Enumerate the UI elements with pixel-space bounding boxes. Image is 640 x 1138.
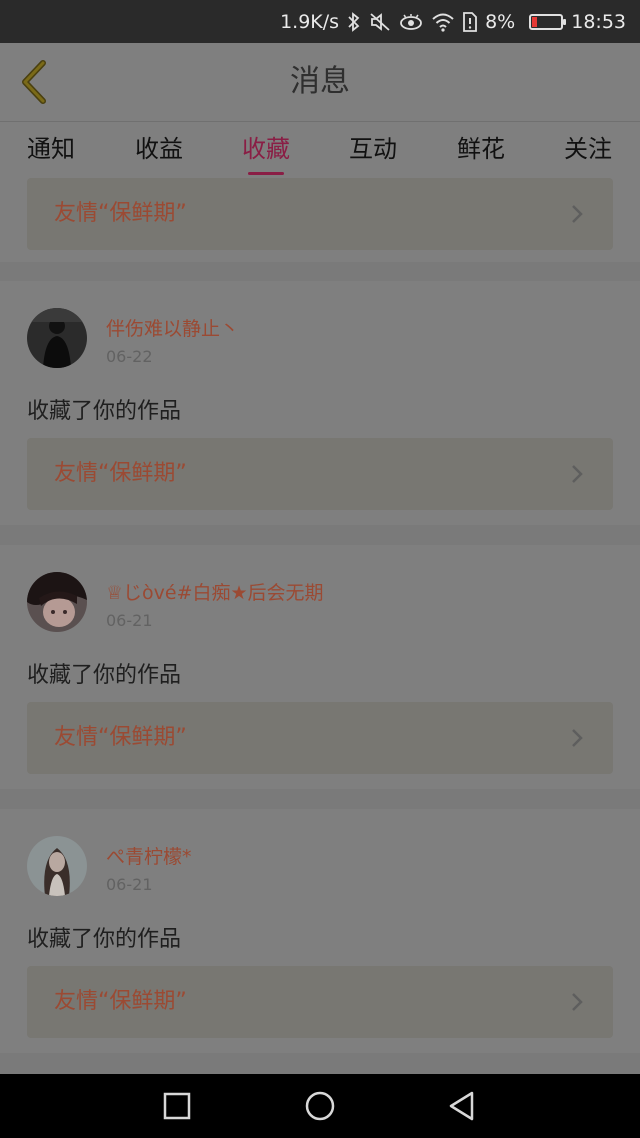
list-item: 友情“保鲜期” [0, 178, 640, 262]
timestamp: 06-21 [106, 611, 153, 630]
username[interactable]: ぺ青柠檬* [106, 842, 192, 869]
action-text: 收藏了你的作品 [27, 663, 182, 688]
page-title: 消息 [290, 64, 350, 99]
tab-notifications[interactable]: 通知 [6, 122, 96, 179]
tab-label: 通知 [27, 135, 75, 163]
work-link[interactable]: 友情“保鲜期” [27, 438, 613, 510]
timestamp: 06-22 [106, 347, 153, 366]
tab-interactions[interactable]: 互动 [328, 122, 418, 179]
timestamp: 06-21 [106, 875, 153, 894]
tab-label: 鲜花 [457, 135, 505, 163]
chevron-right-icon [572, 465, 583, 483]
message-feed[interactable]: 友情“保鲜期” 伴伤难以静止丶 06-22 收藏了你的作品 友情“保鲜期” ♕じ… [0, 178, 640, 1074]
action-text: 收藏了你的作品 [27, 399, 182, 424]
tab-label: 互动 [349, 135, 397, 163]
back-button[interactable] [12, 57, 56, 107]
status-time: 18:53 [571, 10, 626, 33]
list-item: ♕じòvé#白痴★后会无期 06-21 收藏了你的作品 友情“保鲜期” [0, 545, 640, 789]
action-text: 收藏了你的作品 [27, 927, 182, 952]
chevron-right-icon [572, 205, 583, 223]
list-item: 伴伤难以静止丶 06-22 收藏了你的作品 友情“保鲜期” [0, 281, 640, 525]
work-title: 友情“保鲜期” [54, 201, 187, 226]
work-title: 友情“保鲜期” [54, 725, 187, 750]
recent-apps-icon[interactable] [159, 1088, 195, 1124]
avatar[interactable] [27, 308, 87, 368]
home-icon[interactable] [302, 1088, 338, 1124]
mute-icon [369, 12, 391, 32]
username[interactable]: 伴伤难以静止丶 [106, 314, 239, 341]
back-triangle-icon[interactable] [444, 1088, 480, 1124]
header: 消息 [0, 43, 640, 121]
avatar[interactable] [27, 572, 87, 632]
chevron-right-icon [572, 729, 583, 747]
chevron-right-icon [572, 993, 583, 1011]
tab-earnings[interactable]: 收益 [114, 122, 204, 179]
work-title: 友情“保鲜期” [54, 461, 187, 486]
wifi-icon [431, 12, 455, 32]
bluetooth-icon [347, 11, 361, 32]
tab-flowers[interactable]: 鲜花 [436, 122, 526, 179]
active-tab-indicator [248, 172, 284, 175]
list-item: ぺ青柠檬* 06-21 收藏了你的作品 友情“保鲜期” [0, 809, 640, 1053]
tab-following[interactable]: 关注 [543, 122, 633, 179]
work-link[interactable]: 友情“保鲜期” [27, 178, 613, 250]
battery-icon [523, 13, 567, 30]
network-speed: 1.9K/s [280, 10, 340, 33]
tab-label: 收益 [135, 135, 183, 163]
status-bar: 1.9K/s 8% 18:53 [0, 0, 640, 43]
work-link[interactable]: 友情“保鲜期” [27, 966, 613, 1038]
work-link[interactable]: 友情“保鲜期” [27, 702, 613, 774]
battery-percent: 8% [485, 10, 516, 33]
sim-alert-icon [463, 11, 477, 32]
tab-bar: 通知 收益 收藏 互动 鲜花 关注 [0, 121, 640, 178]
avatar[interactable] [27, 836, 87, 896]
tab-favorites[interactable]: 收藏 [221, 122, 311, 179]
system-nav-bar [0, 1074, 640, 1138]
work-title: 友情“保鲜期” [54, 989, 187, 1014]
tab-label: 关注 [564, 135, 612, 163]
username[interactable]: ♕じòvé#白痴★后会无期 [106, 578, 324, 605]
eye-comfort-icon [399, 13, 423, 31]
chevron-left-icon [22, 60, 46, 104]
tab-label: 收藏 [242, 135, 290, 163]
